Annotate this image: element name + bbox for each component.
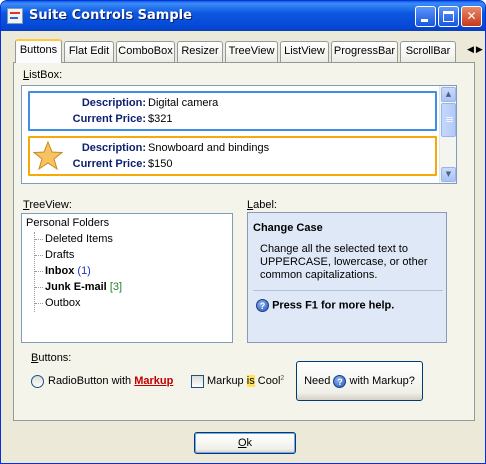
description-label: Description: [81,97,146,109]
tab-listview[interactable]: ListView [280,41,329,62]
scroll-thumb[interactable] [441,103,456,137]
tab-flat-edit[interactable]: Flat Edit [64,41,114,62]
maximize-button[interactable] [438,6,459,27]
close-icon: ✕ [466,9,477,23]
tab-buttons[interactable]: Buttons [15,39,62,63]
scroll-down-button[interactable]: ▼ [441,167,456,182]
tree-connector [35,271,43,272]
divider [253,290,443,291]
title-bar[interactable]: Suite Controls Sample ✕ [1,1,485,31]
tab-strip: Buttons Flat Edit ComboBox Resizer TreeV… [13,39,483,63]
tree-item-outbox[interactable]: Outbox [45,297,80,309]
tab-scroll-arrows[interactable]: ◀▶ [467,45,485,55]
price-label: Current Price: [72,113,146,125]
info-title: Change Case [253,222,323,234]
tree-connector [35,255,43,256]
minimize-button[interactable] [415,6,436,27]
description-label: Description: [81,142,146,154]
price-label: Current Price: [72,158,146,170]
radio-label[interactable]: RadioButton with Markup [48,375,173,387]
price-value: $321 [148,113,173,125]
app-window: Suite Controls Sample ✕ Buttons Flat Edi… [0,0,486,464]
help-text: Press F1 for more help. [272,299,395,312]
label-panel-label: Label: [247,199,277,211]
list-item[interactable]: Description: Digital camera Current Pric… [28,91,437,131]
tree-item-junk-email[interactable]: Junk E-mail [3] [45,281,122,293]
listbox-scrollbar[interactable]: ▲ ▼ [439,86,456,183]
chevron-up-icon: ▲ [445,90,452,98]
maximize-icon [443,11,454,22]
minimize-icon [421,19,428,22]
tab-treeview[interactable]: TreeView [225,41,278,62]
markup-radio-button[interactable] [31,375,44,388]
description-value: Digital camera [148,97,219,109]
arrow-right-icon[interactable]: ▶ [476,45,485,55]
help-icon: ? [333,374,347,388]
grip-line [446,119,453,120]
listbox[interactable]: Description: Digital camera Current Pric… [21,85,457,184]
grip-line [446,121,453,122]
checkbox-label[interactable]: Markup is Cool2 [207,375,284,387]
buttons-label: Buttons: [31,352,72,364]
info-label-panel: Change Case Change all the selected text… [247,212,447,343]
tree-connector [34,232,35,312]
close-button[interactable]: ✕ [461,6,482,27]
ok-button[interactable]: Ok [194,432,296,454]
inbox-count: (1) [77,265,91,277]
tab-combobox[interactable]: ComboBox [116,41,175,62]
list-item[interactable]: Description: Snowboard and bindings Curr… [28,136,437,176]
tree-connector [35,239,43,240]
markup-checkbox[interactable] [191,375,204,388]
tree-connector [35,287,43,288]
tree-item-deleted-items[interactable]: Deleted Items [45,233,113,245]
junk-count: [3] [109,281,123,293]
help-icon: ? [256,299,269,312]
help-hint: ? Press F1 for more help. [256,299,394,312]
description-value: Snowboard and bindings [148,142,270,154]
treeview[interactable]: Personal Folders Deleted Items Drafts In… [21,213,233,343]
scroll-up-button[interactable]: ▲ [441,87,456,102]
treeview-label: TreeView: [23,199,72,211]
tree-item-inbox[interactable]: Inbox (1) [45,265,91,277]
listbox-label: ListBox: [23,69,63,81]
price-value: $150 [148,158,173,170]
arrow-left-icon[interactable]: ◀ [467,45,476,55]
tab-progressbar[interactable]: ProgressBar [331,41,398,62]
tree-connector [35,303,43,304]
need-help-button[interactable]: Need ? with Markup? [296,361,423,401]
chevron-down-icon: ▼ [445,170,452,178]
tab-resizer[interactable]: Resizer [177,41,223,62]
tree-root-personal-folders[interactable]: Personal Folders [26,217,109,229]
grip-line [446,117,453,118]
window-title: Suite Controls Sample [29,8,192,23]
info-body: Change all the selected text to UPPERCAS… [260,243,428,281]
app-icon [7,8,23,24]
tree-item-drafts[interactable]: Drafts [45,249,74,261]
tab-scrollbar[interactable]: ScrollBar [400,41,456,62]
